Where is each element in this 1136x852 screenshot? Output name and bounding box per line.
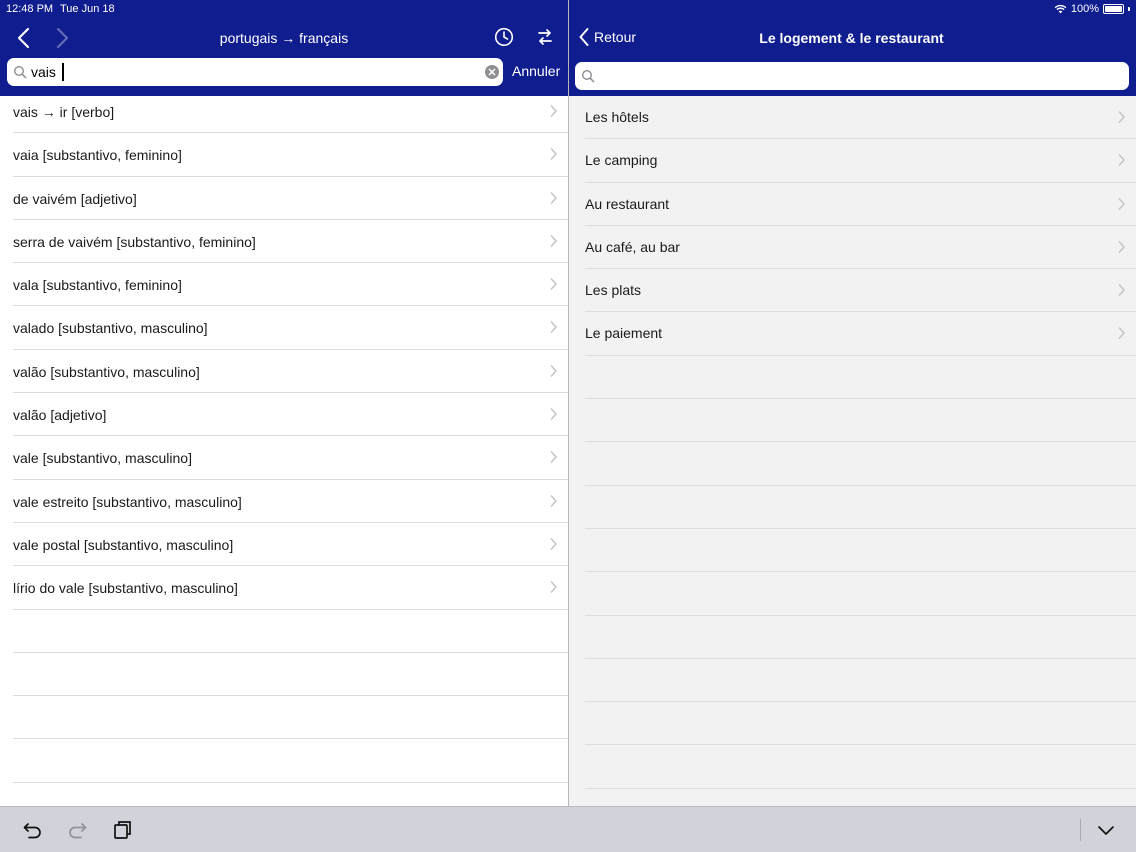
back-button[interactable]: Retour	[578, 27, 636, 47]
topic-label: Le paiement	[585, 325, 663, 342]
result-label: vais → ir [verbo]	[13, 104, 115, 120]
swap-icon[interactable]	[535, 27, 555, 47]
chevron-left-icon	[579, 28, 589, 46]
chevron-right-icon	[550, 408, 558, 421]
chevron-right-icon	[1118, 110, 1126, 124]
clear-circle-icon[interactable]	[484, 64, 500, 80]
clock-icon[interactable]	[494, 27, 514, 47]
magnifier-icon	[13, 65, 27, 79]
empty-row	[585, 442, 1136, 486]
topic-label: Les plats	[585, 282, 642, 299]
result-label: de vaivém [adjetivo]	[13, 190, 137, 207]
list-item[interactable]: valado [substantivo, masculino]	[13, 306, 568, 350]
chevron-right-icon	[550, 148, 558, 161]
back-label: Retour	[594, 29, 637, 45]
dictionary-pane: portugais → français Annuler	[0, 0, 568, 806]
search-input[interactable]	[31, 62, 471, 82]
topic-search-input[interactable]	[599, 66, 1119, 86]
empty-row	[585, 486, 1136, 529]
empty-row	[13, 696, 568, 740]
list-item[interactable]: Au restaurant	[585, 183, 1136, 226]
result-label: valado [substantivo, masculino]	[13, 320, 208, 337]
empty-row	[13, 610, 568, 653]
list-item[interactable]: vale [substantivo, masculino]	[13, 436, 568, 480]
cancel-button[interactable]: Annuler	[512, 63, 560, 79]
empty-row	[585, 529, 1136, 573]
list-item[interactable]: vale postal [substantivo, masculino]	[13, 523, 568, 567]
topic-label: Au restaurant	[585, 195, 670, 212]
chevron-right-icon	[550, 104, 558, 118]
list-item[interactable]: vaia [substantivo, feminino]	[13, 133, 568, 177]
empty-row	[13, 653, 568, 697]
topic-title: Le logement & le restaurant	[759, 30, 944, 46]
dictionary-nav-bar: portugais → français	[0, 18, 568, 58]
topic-label: Le camping	[585, 152, 658, 169]
result-label: serra de vaivém [substantivo, feminino]	[13, 233, 256, 250]
topics-pane: Retour Le logement & le restaurant Les h…	[569, 0, 1136, 806]
toolbar-separator	[1080, 819, 1081, 841]
result-label: vaia [substantivo, feminino]	[13, 147, 182, 164]
chevron-right-icon	[1118, 327, 1126, 340]
list-item[interactable]: vala [substantivo, feminino]	[13, 263, 568, 307]
chevron-right-icon	[1118, 240, 1126, 253]
chevron-right-icon	[1118, 197, 1126, 210]
list-item[interactable]: lírio do vale [substantivo, masculino]	[13, 566, 568, 610]
chevron-down-icon[interactable]	[1095, 820, 1117, 840]
clipboard-icon[interactable]	[112, 820, 134, 840]
chevron-right-icon	[550, 494, 558, 507]
chevron-right-icon	[550, 537, 558, 550]
empty-row	[585, 659, 1136, 703]
result-label: vala [substantivo, feminino]	[13, 277, 182, 294]
list-item[interactable]: valão [substantivo, masculino]	[13, 350, 568, 394]
chevron-right-icon	[1118, 154, 1126, 167]
list-item[interactable]: vais → ir [verbo]	[13, 90, 568, 134]
topics-list: Les hôtels Le camping Au restaurant Au c…	[569, 96, 1136, 806]
empty-row	[13, 739, 568, 783]
list-item[interactable]: serra de vaivém [substantivo, feminino]	[13, 220, 568, 264]
chevron-right-icon	[550, 321, 558, 334]
keyboard-shortcut-bar	[0, 806, 1136, 852]
topic-search-field[interactable]	[575, 62, 1129, 90]
results-list: vais → ir [verbo] vaia [substantivo, fem…	[0, 90, 568, 783]
text-cursor	[62, 63, 64, 81]
empty-row	[585, 399, 1136, 443]
result-label: vale [substantivo, masculino]	[13, 450, 192, 467]
topic-label: Au café, au bar	[585, 238, 680, 255]
result-label: vale estreito [substantivo, masculino]	[13, 493, 242, 510]
chevron-right-icon	[550, 234, 558, 247]
empty-row	[585, 745, 1136, 789]
chevron-left-icon[interactable]	[14, 26, 34, 50]
language-pair-title[interactable]: portugais → français	[150, 30, 418, 46]
redo-icon[interactable]	[66, 820, 88, 840]
list-item[interactable]: Les plats	[585, 269, 1136, 313]
chevron-right-icon	[550, 581, 558, 594]
empty-row	[585, 356, 1136, 400]
list-item[interactable]: Au café, au bar	[585, 226, 1136, 270]
chevron-right-icon[interactable]	[52, 26, 72, 50]
topics-nav-bar: Retour Le logement & le restaurant	[569, 18, 1136, 58]
chevron-right-icon	[550, 451, 558, 464]
empty-row	[585, 702, 1136, 746]
list-item[interactable]: Le camping	[585, 139, 1136, 183]
empty-row	[585, 616, 1136, 659]
chevron-right-icon	[1118, 284, 1126, 297]
result-label: lírio do vale [substantivo, masculino]	[13, 580, 238, 597]
result-label: valão [adjetivo]	[13, 407, 107, 424]
topic-label: Les hôtels	[585, 109, 649, 125]
list-item[interactable]: vale estreito [substantivo, masculino]	[13, 480, 568, 523]
chevron-right-icon	[550, 364, 558, 377]
app-screen: 12:48 PM Tue Jun 18 100% portugais → fra…	[0, 0, 1136, 852]
list-item[interactable]: Le paiement	[585, 312, 1136, 356]
list-item[interactable]: Les hôtels	[585, 96, 1136, 140]
chevron-right-icon	[550, 278, 558, 291]
list-item[interactable]: valão [adjetivo]	[13, 393, 568, 437]
search-field[interactable]	[7, 58, 503, 86]
result-label: valão [substantivo, masculino]	[13, 363, 200, 380]
empty-row	[585, 572, 1136, 616]
chevron-right-icon	[550, 191, 558, 204]
result-label: vale postal [substantivo, masculino]	[13, 536, 234, 553]
list-item[interactable]: de vaivém [adjetivo]	[13, 177, 568, 220]
magnifier-icon	[581, 69, 595, 83]
undo-icon[interactable]	[22, 820, 44, 840]
